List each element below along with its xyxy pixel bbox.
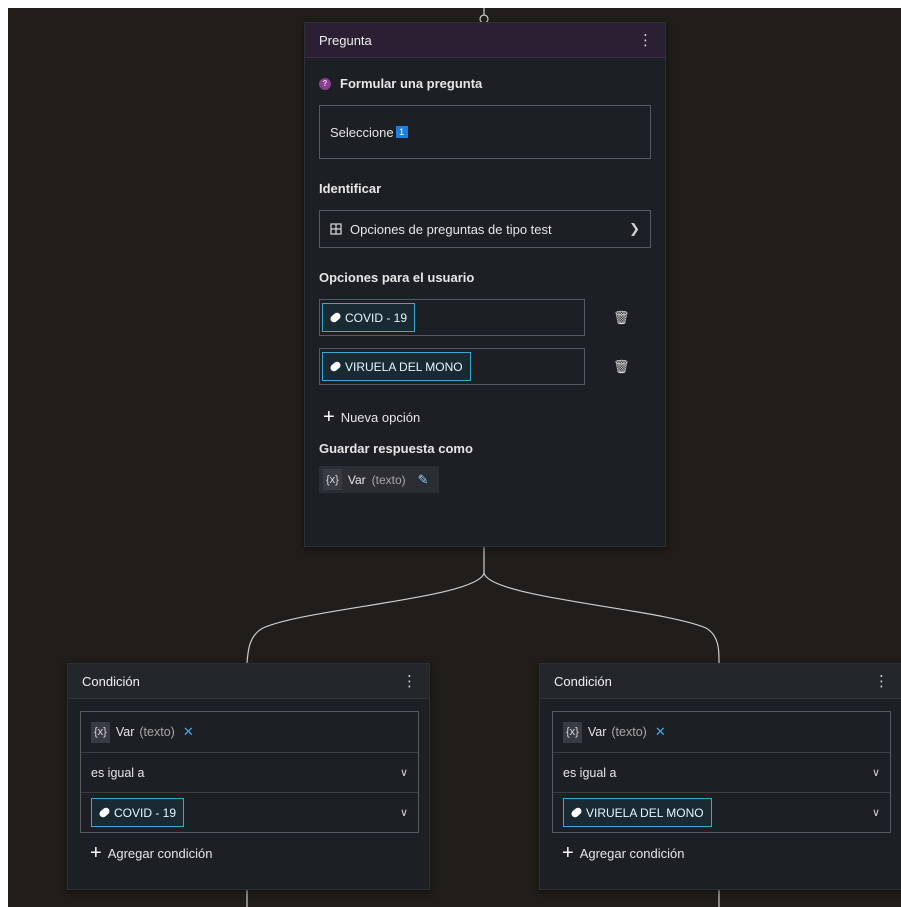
value-dropdown[interactable]: COVID - 19 ∨ (81, 792, 418, 832)
plus-icon: + (323, 406, 335, 428)
question-bubble-icon: ? (319, 77, 331, 90)
plus-icon: + (562, 842, 574, 864)
more-options-icon[interactable]: ⋮ (638, 33, 653, 48)
operator-dropdown[interactable]: es igual a ∨ (553, 752, 890, 792)
operator-dropdown[interactable]: es igual a ∨ (81, 752, 418, 792)
value-entity-chip[interactable]: COVID - 19 (91, 798, 185, 827)
save-response-label: Guardar respuesta como (319, 441, 473, 456)
value-entity-chip[interactable]: VIRUELA DEL MONO (563, 798, 712, 827)
condition-node-header: Condición ⋮ (540, 664, 901, 699)
ask-question-label: Formular una pregunta (340, 76, 483, 91)
question-message-text: Seleccione (330, 124, 394, 140)
save-variable-pill[interactable]: {x} Var (texto) ✎ (319, 466, 439, 493)
user-options-label: Opciones para el usuario (319, 270, 475, 285)
condition-node-right[interactable]: Condición ⋮ {x} Var (texto) ✕ es igual a… (539, 663, 901, 890)
edge-to-right-condition (483, 572, 720, 664)
entity-pill-icon (329, 360, 342, 373)
grid-icon (330, 223, 342, 235)
ask-question-heading: ? Formular una pregunta (319, 76, 651, 91)
variable-type: (texto) (611, 725, 647, 739)
identify-value: Opciones de preguntas de tipo test (350, 221, 552, 237)
entity-pill-icon (570, 806, 583, 819)
delete-icon[interactable]: 🗑 (613, 310, 630, 326)
add-condition-label: Agregar condición (107, 845, 213, 861)
new-option-button[interactable]: + Nueva opción (319, 407, 651, 427)
condition-node-left[interactable]: Condición ⋮ {x} Var (texto) ✕ es igual a… (67, 663, 430, 890)
more-options-icon[interactable]: ⋮ (402, 674, 417, 689)
identify-selector[interactable]: Opciones de preguntas de tipo test ❯ (319, 210, 651, 248)
option-row: VIRUELA DEL MONO 🗑 (319, 348, 651, 385)
value-dropdown[interactable]: VIRUELA DEL MONO ∨ (553, 792, 890, 832)
chevron-down-icon: ∨ (871, 767, 880, 779)
option-entity-chip[interactable]: VIRUELA DEL MONO (322, 352, 471, 381)
option-input[interactable]: VIRUELA DEL MONO (319, 348, 585, 385)
option-input[interactable]: COVID - 19 (319, 299, 585, 336)
variable-icon: {x} (323, 469, 342, 490)
condition-node-title: Condición (554, 673, 612, 689)
edge-to-left-condition (246, 572, 485, 664)
flow-canvas: Pregunta ⋮ ? Formular una pregunta Selec… (8, 8, 901, 907)
question-message-box[interactable]: Seleccione 1 (319, 105, 651, 159)
pencil-icon[interactable]: ✎ (418, 472, 429, 488)
more-options-icon[interactable]: ⋮ (874, 674, 889, 689)
close-icon[interactable]: ✕ (183, 724, 194, 740)
identify-label: Identificar (319, 181, 382, 196)
variable-token-icon: 1 (395, 126, 408, 138)
value-label: COVID - 19 (114, 805, 177, 820)
chevron-down-icon: ∨ (399, 807, 408, 819)
question-node-title: Pregunta (319, 32, 372, 48)
variable-type: (texto) (371, 472, 406, 487)
plus-icon: + (90, 842, 102, 864)
variable-icon: {x} (91, 721, 110, 743)
operator-value: es igual a (91, 765, 145, 780)
condition-variable-row[interactable]: {x} Var (texto) ✕ (81, 712, 418, 752)
entity-pill-icon (329, 311, 342, 324)
chevron-down-icon: ∨ (871, 807, 880, 819)
condition-node-title: Condición (82, 673, 140, 689)
option-label: VIRUELA DEL MONO (345, 359, 463, 374)
question-node[interactable]: Pregunta ⋮ ? Formular una pregunta Selec… (304, 22, 666, 547)
condition-variable-row[interactable]: {x} Var (texto) ✕ (553, 712, 890, 752)
value-label: VIRUELA DEL MONO (586, 805, 704, 820)
variable-name: Var (115, 725, 135, 739)
condition-editor: {x} Var (texto) ✕ es igual a ∨ COVID - 1… (80, 711, 419, 833)
delete-icon[interactable]: 🗑 (613, 359, 630, 375)
chevron-down-icon: ∨ (399, 767, 408, 779)
question-node-header: Pregunta ⋮ (305, 23, 665, 58)
variable-type: (texto) (139, 725, 175, 739)
condition-editor: {x} Var (texto) ✕ es igual a ∨ VIRUELA D… (552, 711, 891, 833)
option-entity-chip[interactable]: COVID - 19 (322, 303, 416, 332)
variable-icon: {x} (563, 721, 582, 743)
variable-name: Var (347, 472, 366, 487)
variable-name: Var (587, 725, 607, 739)
new-option-label: Nueva opción (340, 409, 421, 425)
option-label: COVID - 19 (345, 310, 408, 325)
condition-node-header: Condición ⋮ (68, 664, 429, 699)
add-condition-button[interactable]: + Agregar condición (90, 843, 429, 863)
operator-value: es igual a (563, 765, 617, 780)
close-icon[interactable]: ✕ (655, 724, 666, 740)
add-condition-button[interactable]: + Agregar condición (562, 843, 901, 863)
option-row: COVID - 19 🗑 (319, 299, 651, 336)
entity-pill-icon (98, 806, 111, 819)
chevron-right-icon: ❯ (629, 221, 640, 236)
add-condition-label: Agregar condición (579, 845, 685, 861)
